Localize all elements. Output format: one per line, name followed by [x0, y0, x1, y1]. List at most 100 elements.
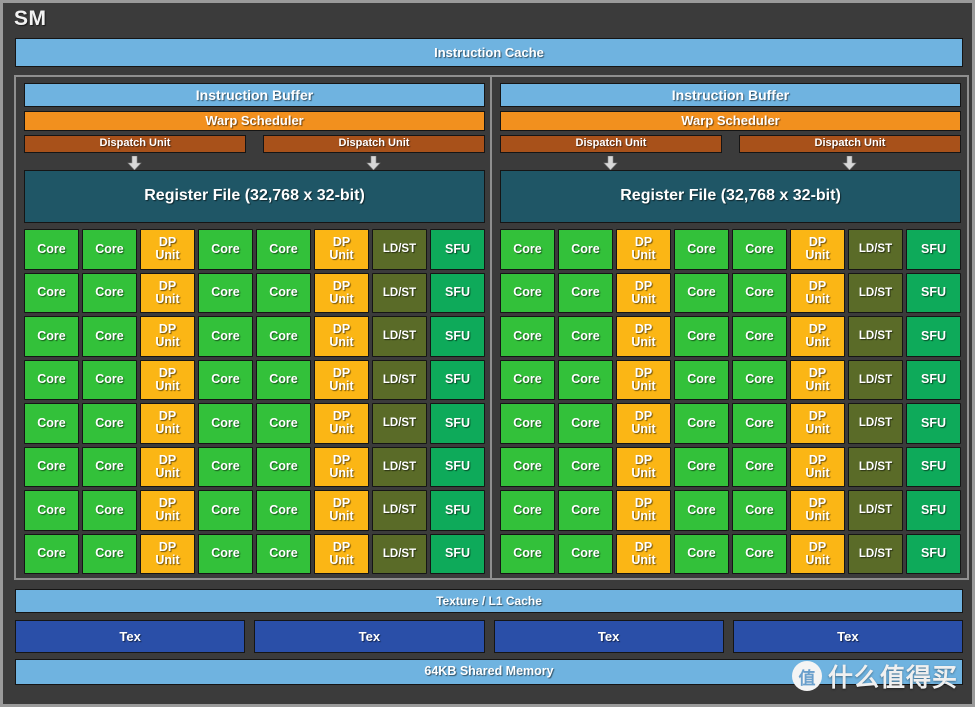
- ldst-unit: LD/ST: [848, 229, 903, 270]
- dp-unit: DP Unit: [790, 490, 845, 531]
- core-unit: Core: [500, 272, 555, 313]
- sm-title: SM: [14, 7, 47, 30]
- core-unit: Core: [82, 446, 137, 487]
- core-unit: Core: [256, 229, 311, 270]
- dp-unit: DP Unit: [314, 229, 369, 270]
- sfu-unit: SFU: [430, 490, 485, 531]
- dp-unit: DP Unit: [314, 490, 369, 531]
- dp-unit: DP Unit: [790, 446, 845, 487]
- core-unit: Core: [24, 533, 79, 574]
- core-unit: Core: [674, 229, 729, 270]
- dp-unit: DP Unit: [140, 403, 195, 444]
- dispatch-arrow-down-icon: [603, 156, 618, 170]
- core-unit: Core: [24, 272, 79, 313]
- dp-unit: DP Unit: [140, 316, 195, 357]
- sm-diagram-frame: SM Instruction Cache Instruction Buffer W…: [0, 0, 975, 707]
- core-unit: Core: [732, 446, 787, 487]
- core-unit: Core: [732, 316, 787, 357]
- core-unit: Core: [256, 490, 311, 531]
- dispatch-arrow-down-icon: [366, 156, 381, 170]
- ldst-unit: LD/ST: [848, 359, 903, 400]
- ldst-unit: LD/ST: [372, 403, 427, 444]
- ldst-unit: LD/ST: [372, 533, 427, 574]
- tex-unit-3: Tex: [493, 620, 724, 653]
- dispatch-unit-left-1: Dispatch Unit: [24, 135, 246, 153]
- core-unit: Core: [82, 229, 137, 270]
- ldst-unit: LD/ST: [372, 359, 427, 400]
- core-unit: Core: [256, 359, 311, 400]
- core-unit: Core: [500, 446, 555, 487]
- core-unit: Core: [198, 272, 253, 313]
- processing-block-right: Instruction Buffer Warp Scheduler Dispatch…: [490, 75, 969, 580]
- dp-unit: DP Unit: [140, 359, 195, 400]
- processing-block-left: Instruction Buffer Warp Scheduler Dispatch…: [14, 75, 493, 580]
- ldst-unit: LD/ST: [848, 446, 903, 487]
- core-unit: Core: [198, 316, 253, 357]
- core-unit: Core: [256, 446, 311, 487]
- warp-scheduler-left: Warp Scheduler: [24, 111, 485, 131]
- ldst-unit: LD/ST: [848, 272, 903, 313]
- dp-unit: DP Unit: [616, 446, 671, 487]
- core-unit: Core: [256, 533, 311, 574]
- sfu-unit: SFU: [430, 446, 485, 487]
- register-file-left: Register File (32,768 x 32-bit): [24, 170, 485, 223]
- dp-unit: DP Unit: [616, 316, 671, 357]
- core-unit: Core: [82, 316, 137, 357]
- core-unit: Core: [256, 403, 311, 444]
- dp-unit: DP Unit: [616, 490, 671, 531]
- dp-unit: DP Unit: [140, 490, 195, 531]
- dispatch-unit-left-2: Dispatch Unit: [263, 135, 485, 153]
- core-unit: Core: [500, 533, 555, 574]
- dp-unit: DP Unit: [616, 272, 671, 313]
- core-unit: Core: [558, 533, 613, 574]
- dp-unit: DP Unit: [140, 272, 195, 313]
- core-unit: Core: [198, 403, 253, 444]
- core-unit: Core: [24, 359, 79, 400]
- core-unit: Core: [24, 229, 79, 270]
- instruction-buffer-left: Instruction Buffer: [24, 83, 485, 107]
- core-unit: Core: [500, 359, 555, 400]
- core-unit: Core: [732, 272, 787, 313]
- core-unit: Core: [500, 490, 555, 531]
- sfu-unit: SFU: [430, 403, 485, 444]
- core-unit: Core: [674, 359, 729, 400]
- instruction-buffer-right: Instruction Buffer: [500, 83, 961, 107]
- core-unit: Core: [24, 316, 79, 357]
- core-unit: Core: [558, 316, 613, 357]
- tex-unit-2: Tex: [254, 620, 485, 653]
- ldst-unit: LD/ST: [372, 272, 427, 313]
- dp-unit: DP Unit: [790, 229, 845, 270]
- sfu-unit: SFU: [906, 490, 961, 531]
- core-unit: Core: [24, 403, 79, 444]
- ldst-unit: LD/ST: [372, 490, 427, 531]
- core-unit: Core: [198, 229, 253, 270]
- core-unit: Core: [558, 359, 613, 400]
- core-unit: Core: [24, 446, 79, 487]
- core-unit: Core: [558, 446, 613, 487]
- tex-unit-row: Tex Tex Tex Tex: [15, 620, 963, 653]
- core-unit: Core: [198, 533, 253, 574]
- sfu-unit: SFU: [906, 316, 961, 357]
- dp-unit: DP Unit: [140, 229, 195, 270]
- core-unit: Core: [674, 446, 729, 487]
- core-unit: Core: [732, 229, 787, 270]
- core-unit: Core: [674, 533, 729, 574]
- core-unit: Core: [256, 316, 311, 357]
- core-unit: Core: [674, 403, 729, 444]
- sfu-unit: SFU: [906, 229, 961, 270]
- dp-unit: DP Unit: [314, 359, 369, 400]
- core-unit: Core: [500, 403, 555, 444]
- ldst-unit: LD/ST: [848, 533, 903, 574]
- core-unit: Core: [558, 403, 613, 444]
- core-unit: Core: [674, 316, 729, 357]
- texture-l1-cache-block: Texture / L1 Cache: [15, 589, 963, 613]
- warp-scheduler-right: Warp Scheduler: [500, 111, 961, 131]
- ldst-unit: LD/ST: [848, 316, 903, 357]
- core-unit: Core: [558, 272, 613, 313]
- shared-memory-block: 64KB Shared Memory: [15, 659, 963, 685]
- sfu-unit: SFU: [906, 272, 961, 313]
- sfu-unit: SFU: [906, 403, 961, 444]
- sfu-unit: SFU: [906, 446, 961, 487]
- dp-unit: DP Unit: [314, 533, 369, 574]
- ldst-unit: LD/ST: [372, 229, 427, 270]
